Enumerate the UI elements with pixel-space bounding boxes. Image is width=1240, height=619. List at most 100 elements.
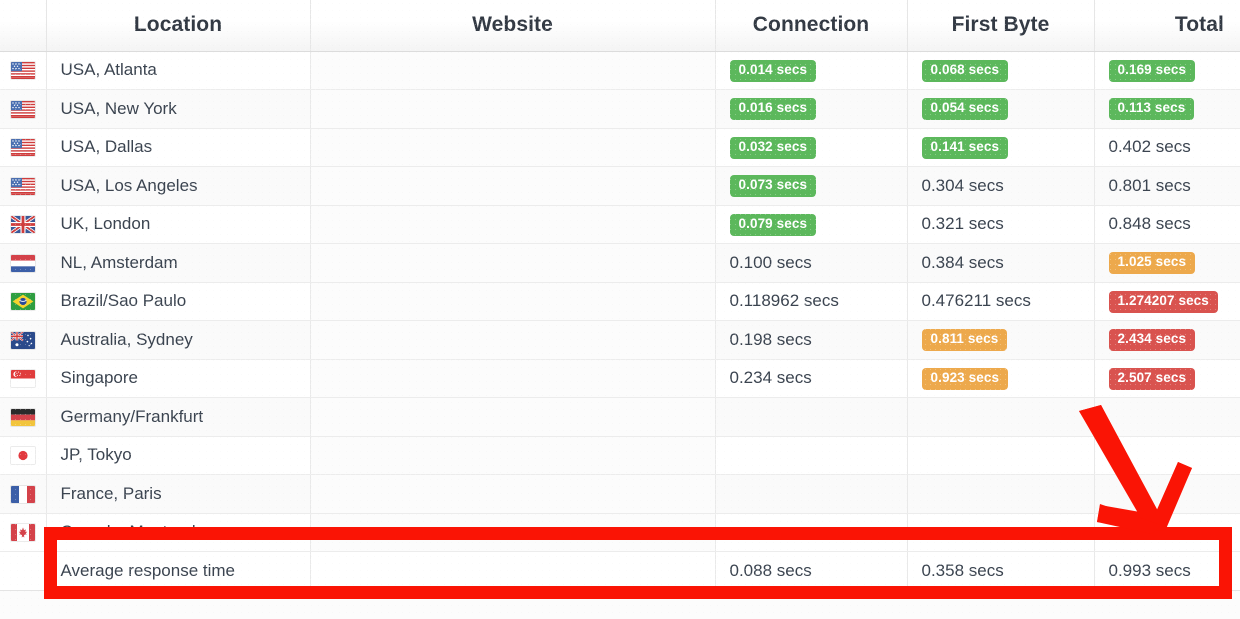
flag-united-kingdom-icon: [10, 216, 35, 234]
column-header-website[interactable]: Website: [310, 0, 716, 52]
cell-website: [310, 128, 716, 167]
cell-connection: 0.073 secs: [715, 166, 908, 206]
cell-connection: [715, 513, 908, 552]
table-row[interactable]: USA, New York 0.016 secs 0.054 secs 0.11…: [0, 89, 1240, 129]
total-badge: 1.274207 secs: [1108, 290, 1218, 313]
flag-brazil-icon: [10, 293, 35, 311]
cell-location: Canada, Montreal: [46, 513, 311, 552]
flag-usa-icon: [10, 62, 35, 80]
table-row[interactable]: USA, Atlanta 0.014 secs 0.068 secs 0.169…: [0, 51, 1240, 90]
table-row[interactable]: Australia, Sydney 0.198 secs 0.811 secs …: [0, 320, 1240, 360]
table-row[interactable]: JP, Tokyo: [0, 436, 1240, 475]
cell-location: USA, New York: [46, 89, 311, 129]
table-row[interactable]: NL, Amsterdam 0.100 secs 0.384 secs 1.02…: [0, 243, 1240, 283]
table-header-row: Location Website Connection First Byte T…: [0, 0, 1240, 52]
table-row[interactable]: UK, London 0.079 secs 0.321 secs 0.848 s…: [0, 205, 1240, 244]
first-byte-value: 0.321 secs: [921, 214, 1004, 234]
connection-value: 0.234 secs: [729, 368, 812, 388]
cell-website: [310, 205, 716, 244]
table-row[interactable]: USA, Dallas 0.032 secs 0.141 secs 0.402 …: [0, 128, 1240, 167]
column-header-location[interactable]: Location: [46, 0, 311, 52]
cell-first-byte: 0.811 secs: [907, 320, 1095, 360]
cell-flag: [0, 320, 47, 360]
cell-website: [310, 320, 716, 360]
cell-total: 0.848 secs: [1094, 205, 1240, 244]
cell-flag: [0, 359, 47, 398]
table-body: USA, Atlanta 0.014 secs 0.068 secs 0.169…: [0, 51, 1240, 591]
speedtest-results-panel: Location Website Connection First Byte T…: [0, 0, 1240, 619]
cell-total: 0.113 secs: [1094, 89, 1240, 129]
flag-canada-icon: [10, 524, 35, 542]
cell-connection: [715, 474, 908, 514]
cell-flag: [0, 551, 47, 591]
table-row[interactable]: Germany/Frankfurt: [0, 397, 1240, 437]
flag-usa-icon: [10, 177, 35, 195]
cell-flag: [0, 513, 47, 552]
cell-website: [310, 397, 716, 437]
cell-flag: [0, 51, 47, 90]
cell-flag: [0, 128, 47, 167]
flag-japan-icon: [10, 447, 35, 465]
cell-first-byte: 0.384 secs: [907, 243, 1095, 283]
cell-location: USA, Atlanta: [46, 51, 311, 90]
cell-website: [310, 359, 716, 398]
cell-website: [310, 166, 716, 206]
cell-location: Germany/Frankfurt: [46, 397, 311, 437]
cell-connection: 0.079 secs: [715, 205, 908, 244]
cell-flag: [0, 89, 47, 129]
cell-website: [310, 551, 716, 591]
column-header-flag[interactable]: [0, 0, 47, 52]
connection-value: 0.198 secs: [729, 329, 812, 349]
average-label: Average response time: [46, 551, 311, 591]
table-row[interactable]: France, Paris: [0, 474, 1240, 514]
flag-germany-icon: [10, 408, 35, 426]
table-row[interactable]: Canada, Montreal: [0, 513, 1240, 552]
cell-flag: [0, 243, 47, 283]
cell-first-byte: [907, 397, 1095, 437]
connection-badge: 0.032 secs: [729, 136, 817, 159]
table-header: Location Website Connection First Byte T…: [0, 0, 1240, 52]
cell-first-byte: [907, 436, 1095, 475]
first-byte-value: 0.384 secs: [921, 252, 1004, 272]
table-row[interactable]: Brazil/Sao Paulo 0.118962 secs 0.476211 …: [0, 282, 1240, 321]
cell-connection: 0.016 secs: [715, 89, 908, 129]
cell-total: 0.801 secs: [1094, 166, 1240, 206]
cell-first-byte: 0.141 secs: [907, 128, 1095, 167]
first-byte-badge: 0.054 secs: [921, 98, 1009, 121]
cell-first-byte: 0.054 secs: [907, 89, 1095, 129]
flag-singapore-icon: [10, 370, 35, 388]
cell-total: [1094, 436, 1240, 475]
column-header-first-byte[interactable]: First Byte: [907, 0, 1095, 52]
cell-first-byte: [907, 513, 1095, 552]
flag-usa-icon: [10, 139, 35, 157]
connection-value: 0.118962 secs: [729, 291, 839, 311]
cell-flag: [0, 282, 47, 321]
cell-flag: [0, 397, 47, 437]
total-badge: 0.113 secs: [1108, 98, 1195, 121]
flag-usa-icon: [10, 100, 35, 118]
cell-website: [310, 89, 716, 129]
connection-value: 0.100 secs: [729, 252, 812, 272]
cell-first-byte: 0.476211 secs: [907, 282, 1095, 321]
average-response-time-row: Average response time 0.088 secs 0.358 s…: [0, 551, 1240, 591]
average-connection: 0.088 secs: [715, 551, 908, 591]
cell-connection: [715, 436, 908, 475]
connection-badge: 0.079 secs: [729, 213, 817, 236]
cell-total: [1094, 513, 1240, 552]
cell-location: USA, Dallas: [46, 128, 311, 167]
total-badge: 0.169 secs: [1108, 59, 1196, 82]
cell-connection: [715, 397, 908, 437]
cell-website: [310, 282, 716, 321]
table-row[interactable]: Singapore 0.234 secs 0.923 secs 2.507 se…: [0, 359, 1240, 398]
cell-total: 0.169 secs: [1094, 51, 1240, 90]
connection-badge: 0.014 secs: [729, 59, 817, 82]
cell-website: [310, 436, 716, 475]
cell-first-byte: 0.923 secs: [907, 359, 1095, 398]
table-row[interactable]: USA, Los Angeles 0.073 secs 0.304 secs 0…: [0, 166, 1240, 206]
cell-location: Australia, Sydney: [46, 320, 311, 360]
total-value: 0.402 secs: [1108, 137, 1191, 157]
column-header-total[interactable]: Total: [1094, 0, 1240, 52]
column-header-connection[interactable]: Connection: [715, 0, 908, 52]
cell-location: NL, Amsterdam: [46, 243, 311, 283]
cell-connection: 0.234 secs: [715, 359, 908, 398]
